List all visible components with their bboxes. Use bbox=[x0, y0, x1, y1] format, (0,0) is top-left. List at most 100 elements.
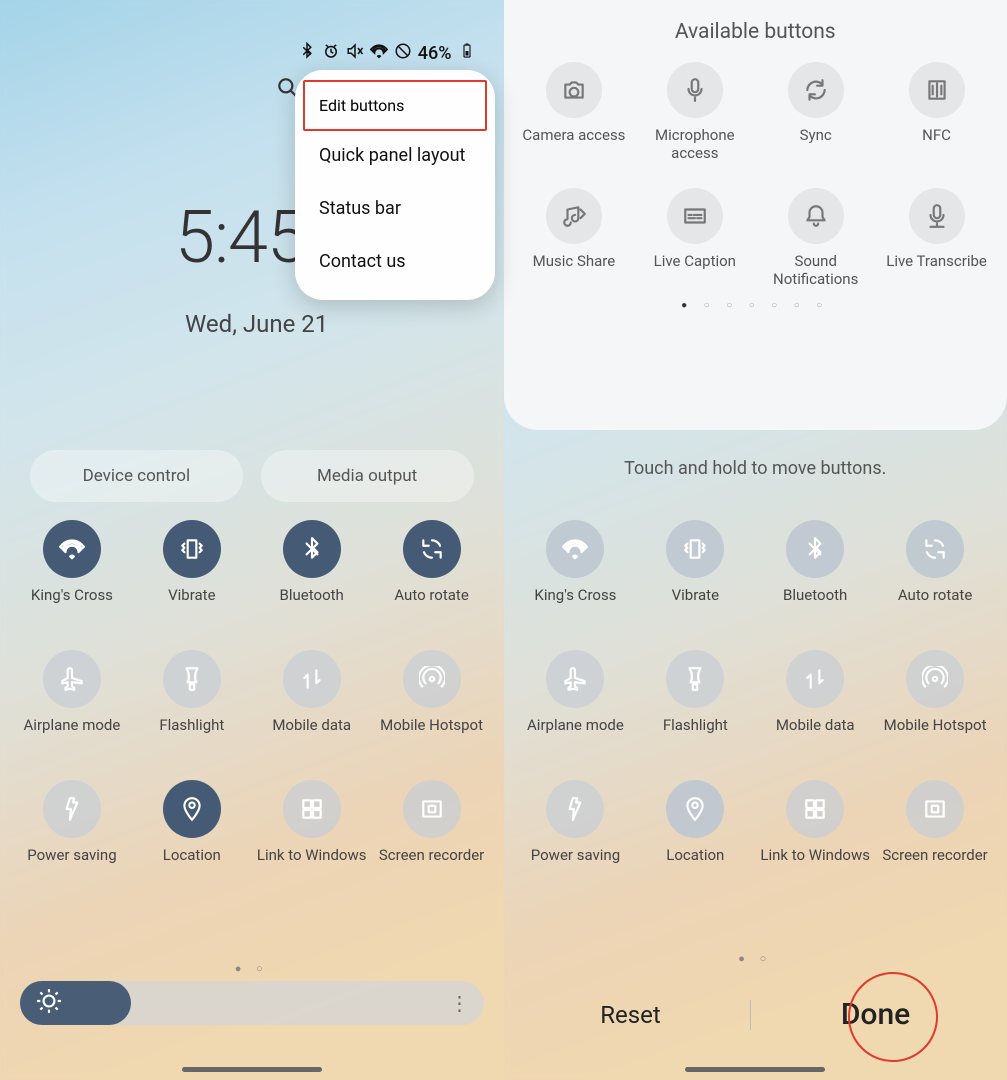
hotspot-icon bbox=[403, 650, 461, 708]
available-sync[interactable]: Sync bbox=[755, 62, 876, 164]
airplane-icon bbox=[546, 650, 604, 708]
edit-buttons-screen: Available buttons Camera access Micropho… bbox=[504, 0, 1007, 1080]
autorotate-icon bbox=[403, 520, 461, 578]
mic-icon bbox=[667, 62, 723, 118]
tile-powersave-label: Power saving bbox=[25, 846, 118, 882]
available-livecap[interactable]: Live Caption bbox=[634, 188, 755, 290]
menu-edit-buttons[interactable]: Edit buttons bbox=[305, 82, 485, 129]
vibrate-icon bbox=[163, 520, 221, 578]
tile-hotspot[interactable]: Mobile Hotspot bbox=[372, 650, 492, 752]
tile-vibrate[interactable]: Vibrate bbox=[132, 520, 252, 622]
bluetooth-status-icon bbox=[298, 42, 316, 65]
brightness-slider[interactable]: ⋮ bbox=[20, 981, 484, 1025]
alarm-status-icon bbox=[322, 42, 340, 65]
available-soundnotif-label: Sound Notifications bbox=[755, 252, 876, 290]
gesture-bar[interactable] bbox=[685, 1067, 825, 1072]
menu-contact-us[interactable]: Contact us bbox=[295, 235, 495, 288]
gesture-bar[interactable] bbox=[182, 1067, 322, 1072]
vibrate-icon bbox=[666, 520, 724, 578]
nfc-icon bbox=[909, 62, 965, 118]
tile-wifi[interactable]: King's Cross bbox=[516, 520, 636, 622]
tile-location-label: Location bbox=[664, 846, 726, 882]
tile-airplane-label: Airplane mode bbox=[22, 716, 123, 752]
powersave-icon bbox=[43, 780, 101, 838]
tile-autorotate[interactable]: Auto rotate bbox=[372, 520, 492, 622]
menu-status-bar[interactable]: Status bar bbox=[295, 182, 495, 235]
available-livecap-label: Live Caption bbox=[650, 252, 740, 290]
tile-powersave[interactable]: Power saving bbox=[12, 780, 132, 882]
wifi-icon bbox=[43, 520, 101, 578]
available-camera[interactable]: Camera access bbox=[514, 62, 635, 164]
linkwin-icon bbox=[786, 780, 844, 838]
tile-wifi-label: King's Cross bbox=[532, 586, 618, 622]
tile-screenrec[interactable]: Screen recorder bbox=[875, 780, 995, 882]
available-musicshare[interactable]: Music Share bbox=[514, 188, 635, 290]
clock-date: Wed, June 21 bbox=[185, 310, 328, 338]
available-mic[interactable]: Microphone access bbox=[634, 62, 755, 164]
tile-linkwin[interactable]: Link to Windows bbox=[252, 780, 372, 882]
tile-flashlight[interactable]: Flashlight bbox=[635, 650, 755, 752]
tile-vibrate[interactable]: Vibrate bbox=[635, 520, 755, 622]
wifi-status-icon bbox=[370, 42, 388, 65]
bluetooth-icon bbox=[283, 520, 341, 578]
tile-bluetooth-label: Bluetooth bbox=[278, 586, 346, 622]
mute-status-icon bbox=[346, 42, 364, 65]
sync-icon bbox=[788, 62, 844, 118]
dnd-status-icon bbox=[394, 42, 412, 65]
tile-flashlight-label: Flashlight bbox=[661, 716, 730, 752]
tile-screenrec-label: Screen recorder bbox=[377, 846, 486, 882]
tile-airplane[interactable]: Airplane mode bbox=[12, 650, 132, 752]
done-button[interactable]: Done bbox=[817, 989, 934, 1040]
available-soundnotif[interactable]: Sound Notifications bbox=[755, 188, 876, 290]
tile-mobiledata-label: Mobile data bbox=[774, 716, 857, 752]
livetrans-icon bbox=[909, 188, 965, 244]
available-livetrans-label: Live Transcribe bbox=[882, 252, 991, 290]
powersave-icon bbox=[546, 780, 604, 838]
media-output-chip[interactable]: Media output bbox=[261, 450, 474, 502]
tile-mobiledata-label: Mobile data bbox=[270, 716, 353, 752]
tile-hotspot[interactable]: Mobile Hotspot bbox=[875, 650, 995, 752]
edit-buttons-highlight: Edit buttons bbox=[303, 80, 487, 131]
available-nfc[interactable]: NFC bbox=[876, 62, 997, 164]
tile-bluetooth[interactable]: Bluetooth bbox=[755, 520, 875, 622]
wifi-icon bbox=[546, 520, 604, 578]
tile-location[interactable]: Location bbox=[132, 780, 252, 882]
tiles-pager-dots-right: ● ○ bbox=[504, 952, 1007, 965]
mobiledata-icon bbox=[786, 650, 844, 708]
tile-airplane[interactable]: Airplane mode bbox=[516, 650, 636, 752]
tile-mobiledata[interactable]: Mobile data bbox=[755, 650, 875, 752]
tile-location[interactable]: Location bbox=[635, 780, 755, 882]
menu-quick-panel-layout[interactable]: Quick panel layout bbox=[295, 129, 495, 182]
tile-wifi-label: King's Cross bbox=[29, 586, 115, 622]
footer-separator bbox=[750, 1000, 751, 1030]
location-icon bbox=[163, 780, 221, 838]
tile-hotspot-label: Mobile Hotspot bbox=[378, 716, 485, 752]
tile-screenrec[interactable]: Screen recorder bbox=[372, 780, 492, 882]
tile-linkwin-label: Link to Windows bbox=[758, 846, 872, 882]
overflow-menu: Edit buttons Quick panel layout Status b… bbox=[295, 70, 495, 300]
soundnotif-icon bbox=[788, 188, 844, 244]
tile-powersave[interactable]: Power saving bbox=[516, 780, 636, 882]
tile-mobiledata[interactable]: Mobile data bbox=[252, 650, 372, 752]
tile-linkwin[interactable]: Link to Windows bbox=[755, 780, 875, 882]
musicshare-icon bbox=[546, 188, 602, 244]
tile-autorotate[interactable]: Auto rotate bbox=[875, 520, 995, 622]
tile-bluetooth-label: Bluetooth bbox=[781, 586, 849, 622]
tile-bluetooth[interactable]: Bluetooth bbox=[252, 520, 372, 622]
available-musicshare-label: Music Share bbox=[529, 252, 620, 290]
tile-flashlight[interactable]: Flashlight bbox=[132, 650, 252, 752]
tile-screenrec-label: Screen recorder bbox=[880, 846, 989, 882]
tile-vibrate-label: Vibrate bbox=[166, 586, 217, 622]
mobiledata-icon bbox=[283, 650, 341, 708]
available-pager-dots: ● ○ ○ ○ ○ ○ ○ bbox=[504, 300, 1007, 311]
device-control-chip[interactable]: Device control bbox=[30, 450, 243, 502]
tile-airplane-label: Airplane mode bbox=[525, 716, 626, 752]
screenrec-icon bbox=[906, 780, 964, 838]
tile-vibrate-label: Vibrate bbox=[670, 586, 721, 622]
tile-autorotate-label: Auto rotate bbox=[896, 586, 974, 622]
hotspot-icon bbox=[906, 650, 964, 708]
available-livetrans[interactable]: Live Transcribe bbox=[876, 188, 997, 290]
reset-button[interactable]: Reset bbox=[576, 993, 684, 1037]
brightness-more-icon[interactable]: ⋮ bbox=[450, 991, 470, 1015]
tile-wifi[interactable]: King's Cross bbox=[12, 520, 132, 622]
